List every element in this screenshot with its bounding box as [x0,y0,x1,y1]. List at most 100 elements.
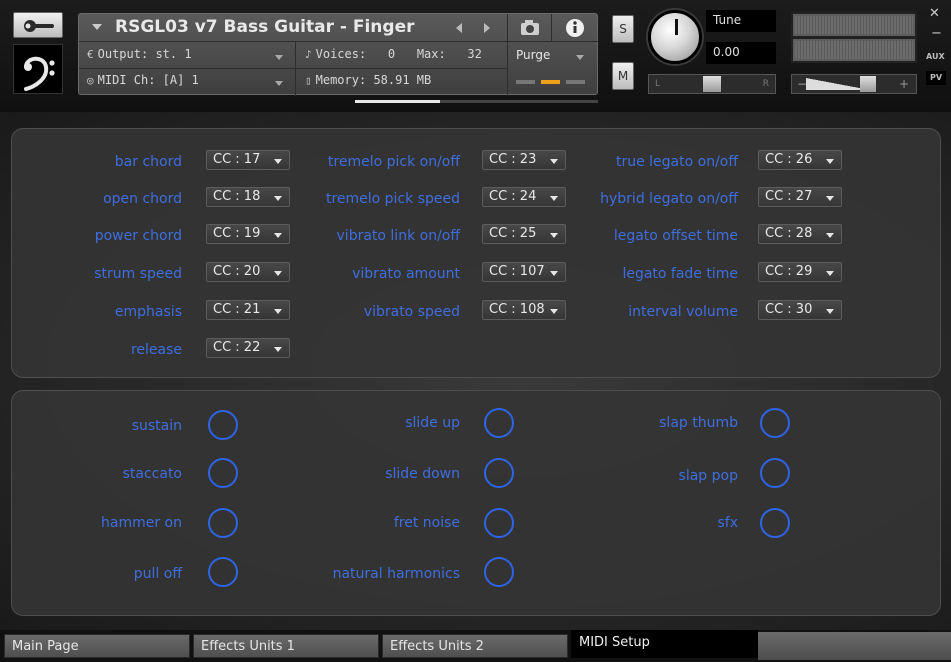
mute-button[interactable]: M [612,62,634,90]
cc-dropdown-emphasis[interactable]: CC : 21 [206,300,290,320]
chevron-down-icon [550,159,558,164]
chevron-down-icon [274,233,282,238]
memory-label: Memory: [315,73,367,87]
output-selector[interactable]: € Output: st. 1 [87,47,192,73]
keyswitch-label-natural-harmonics: natural harmonics [332,566,460,582]
keyswitch-button-fret-noise[interactable] [484,508,514,538]
chevron-down-icon[interactable] [92,24,102,30]
cc-dropdown-vibrato-amount[interactable]: CC : 107 [482,262,566,282]
cc-dropdown-strum-speed[interactable]: CC : 20 [206,262,290,282]
pv-button[interactable]: PV [926,71,946,85]
tab-effects-units-1[interactable]: Effects Units 1 [193,634,379,658]
tune-label: Tune [706,10,776,32]
memory-display: ▯ Memory: 58.91 MB [305,73,431,99]
cc-dropdown-interval-volume[interactable]: CC : 30 [758,300,842,320]
keyswitch-panel: sustain staccato hammer on pull off slid… [11,390,941,616]
tune-knob[interactable] [648,10,702,64]
level-meter-right [791,37,917,63]
midi-setup-page: bar chord CC : 17 open chord CC : 18 pow… [0,112,951,630]
cc-dropdown-vibrato-speed[interactable]: CC : 108 [482,300,566,320]
close-icon[interactable]: ✕ [929,6,940,21]
minimize-icon[interactable]: − [931,26,942,41]
camera-icon [521,20,539,35]
midi-channel-selector[interactable]: ◎ MIDI Ch: [A] 1 [87,73,199,99]
voices-label: Voices: [315,47,367,61]
pan-slider[interactable]: L R [648,74,776,94]
instrument-header: RSGL03 v7 Bass Guitar - Finger € Output: … [0,0,951,112]
keyswitch-label-slap-pop: slap pop [678,468,738,484]
volume-slider[interactable]: − + [791,74,917,94]
wrench-icon [24,20,54,32]
voices-value: 0 [387,47,396,61]
output-dropdown-arrow[interactable] [275,55,283,60]
cc-label-vibrato-amount: vibrato amount [352,266,460,282]
chevron-down-icon [550,309,558,314]
cc-label-strum-speed: strum speed [94,266,182,282]
chevron-down-icon [274,309,282,314]
chevron-down-icon [826,309,834,314]
previous-instrument-icon[interactable] [456,23,462,33]
bass-clef-icon [24,56,55,91]
chevron-down-icon [550,233,558,238]
cc-label-legato-fade-time: legato fade time [622,266,738,282]
cc-label-hybrid-legato-on-off: hybrid legato on/off [600,191,738,207]
wrench-button[interactable] [13,12,63,38]
cc-dropdown-legato-fade-time[interactable]: CC : 29 [758,262,842,282]
cc-dropdown-bar-chord[interactable]: CC : 17 [206,150,290,170]
cc-label-power-chord: power chord [94,228,182,244]
pan-left-label: L [655,79,661,89]
solo-button[interactable]: S [612,15,634,43]
cc-dropdown-tremelo-pick-speed[interactable]: CC : 24 [482,187,566,207]
cc-dropdown-vibrato-link-on-off[interactable]: CC : 25 [482,224,566,244]
chevron-down-icon [826,233,834,238]
memory-value: 58.91 MB [373,73,432,87]
cc-dropdown-true-legato-on-off[interactable]: CC : 26 [758,150,842,170]
cc-label-tremelo-pick-on-off: tremelo pick on/off [327,154,460,170]
keyswitch-button-sfx[interactable] [760,508,790,538]
keyswitch-button-natural-harmonics[interactable] [484,557,514,587]
pan-handle[interactable] [703,76,721,92]
cc-label-emphasis: emphasis [114,304,182,320]
info-button[interactable] [551,14,598,42]
cc-label-release: release [130,342,182,358]
tune-value[interactable]: 0.00 [706,42,776,64]
cc-dropdown-power-chord[interactable]: CC : 19 [206,224,290,244]
instrument-title: RSGL03 v7 Bass Guitar - Finger [115,17,415,37]
pan-right-label: R [762,79,769,89]
chevron-down-icon [274,347,282,352]
purge-dropdown-arrow[interactable] [576,55,584,60]
keyswitch-button-slap-thumb[interactable] [760,408,790,438]
cc-dropdown-tremelo-pick-on-off[interactable]: CC : 23 [482,150,566,170]
tab-bar-filler [758,632,951,660]
tab-main-page[interactable]: Main Page [4,634,190,658]
keyswitch-button-slide-up[interactable] [484,408,514,438]
keyswitch-button-staccato[interactable] [208,458,238,488]
volume-handle[interactable] [860,76,876,92]
cc-dropdown-hybrid-legato-on-off[interactable]: CC : 27 [758,187,842,207]
purge-menu[interactable]: Purge [516,48,550,62]
cc-dropdown-release[interactable]: CC : 22 [206,338,290,358]
tab-midi-setup[interactable]: MIDI Setup [571,630,758,658]
keyswitch-button-hammer-on[interactable] [208,508,238,538]
cc-dropdown-open-chord[interactable]: CC : 18 [206,187,290,207]
max-voices-value[interactable]: 32 [467,47,481,61]
keyswitch-button-slide-down[interactable] [484,458,514,488]
keyswitch-label-sfx: sfx [717,515,738,531]
aux-button[interactable]: AUX [926,52,945,61]
volume-plus-label: + [898,77,909,91]
keyswitch-button-slap-pop[interactable] [760,458,790,488]
chevron-down-icon [826,159,834,164]
cc-assignment-panel: bar chord CC : 17 open chord CC : 18 pow… [11,128,941,378]
keyswitch-button-sustain[interactable] [208,410,238,440]
midi-channel-value: [A] 1 [162,73,199,87]
chevron-down-icon [550,196,558,201]
cc-dropdown-legato-offset-time[interactable]: CC : 28 [758,224,842,244]
keyswitch-button-pull-off[interactable] [208,557,238,587]
next-instrument-icon[interactable] [484,23,490,33]
snapshot-button[interactable] [507,14,551,42]
max-voices-label: Max: [416,47,446,61]
voices-icon: ♪ [305,48,312,61]
midi-dropdown-arrow[interactable] [275,81,283,86]
page-tab-bar: Main Page Effects Units 1 Effects Units … [0,630,951,662]
tab-effects-units-2[interactable]: Effects Units 2 [382,634,568,658]
